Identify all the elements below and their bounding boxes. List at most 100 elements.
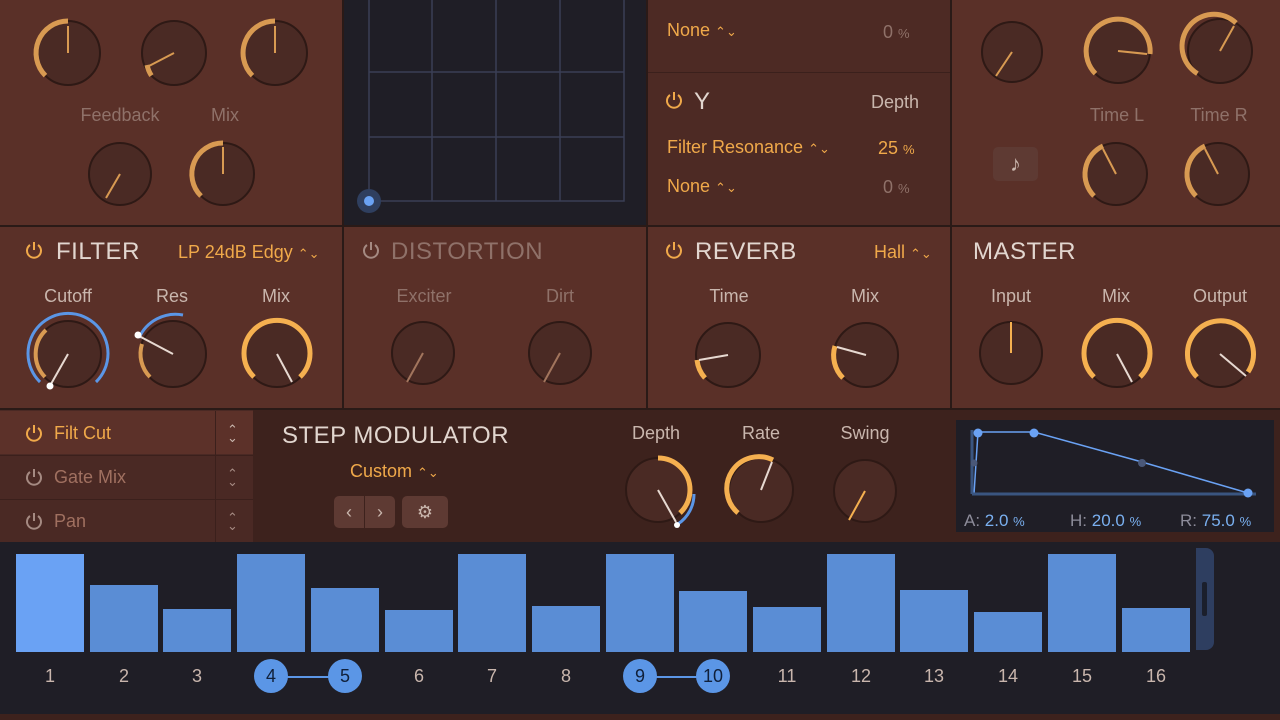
step-rate-label: Rate xyxy=(741,423,781,443)
filter-mix-knob[interactable] xyxy=(239,316,315,392)
envelope-attack[interactable]: A: 2.0 % xyxy=(964,511,1025,531)
depth-label: Depth xyxy=(870,92,920,112)
music-note-icon: ♪ xyxy=(1010,151,1021,176)
exciter-knob[interactable] xyxy=(390,320,456,386)
y-source-1[interactable]: Filter Resonance ⌃⌄ xyxy=(667,137,830,158)
reverb-mix-knob[interactable] xyxy=(831,320,901,390)
step-swing-knob[interactable] xyxy=(832,458,898,524)
reverb-title: REVERB xyxy=(695,238,797,265)
gate-mix-power-icon[interactable] xyxy=(24,467,44,487)
filt-cut-power-icon[interactable] xyxy=(24,423,44,443)
y-depth-2[interactable]: 0 % xyxy=(883,177,910,198)
step-bar-16[interactable] xyxy=(1122,608,1190,652)
step-bars[interactable] xyxy=(0,542,1280,652)
scroll-grip xyxy=(1202,582,1207,616)
master-mix-knob[interactable] xyxy=(1079,316,1155,392)
gear-icon: ⚙ xyxy=(416,501,434,522)
reverb-time-knob[interactable] xyxy=(693,320,763,390)
step-depth-label: Depth xyxy=(631,423,681,443)
feedback-knob[interactable] xyxy=(87,141,153,207)
output-knob[interactable] xyxy=(1182,316,1258,392)
y-depth-1[interactable]: 25 % xyxy=(878,138,915,159)
updown-icon: ⌃⌄ xyxy=(417,465,439,480)
x-source-2[interactable]: None ⌃⌄ xyxy=(667,20,737,41)
cutoff-label: Cutoff xyxy=(44,286,92,306)
step-bar-15[interactable] xyxy=(1048,554,1116,652)
reverb-mix-label: Mix xyxy=(851,286,879,306)
reverb-mode-select[interactable]: Hall ⌃⌄ xyxy=(874,242,932,263)
master-title: MASTER xyxy=(973,238,1077,265)
step-bar-14[interactable] xyxy=(974,612,1042,652)
link-lines xyxy=(286,676,698,678)
step-swing-label: Swing xyxy=(840,423,890,443)
mod-target-label[interactable]: Pan xyxy=(54,511,86,532)
step-bar-13[interactable] xyxy=(900,590,968,652)
delay-right-knob-1[interactable] xyxy=(980,20,1044,84)
envelope-hold[interactable]: H: 20.0 % xyxy=(1070,511,1141,531)
mod-target-label[interactable]: Gate Mix xyxy=(54,467,126,488)
step-bar-2[interactable] xyxy=(90,585,158,652)
tempo-sync-button[interactable]: ♪ xyxy=(993,147,1038,181)
step-bar-8[interactable] xyxy=(532,606,600,652)
step-mod-preset-select[interactable]: Custom ⌃⌄ xyxy=(350,461,439,482)
envelope-graph[interactable] xyxy=(956,420,1274,500)
y-power-icon[interactable] xyxy=(664,90,684,110)
updown-icon[interactable]: ⌃ ⌄ xyxy=(227,423,238,444)
filter-mode-select[interactable]: LP 24dB Edgy ⌃⌄ xyxy=(178,242,320,263)
step-bar-1[interactable] xyxy=(16,554,84,652)
step-bar-5[interactable] xyxy=(311,588,379,652)
delay-knob-1[interactable] xyxy=(33,18,103,88)
step-bar-12[interactable] xyxy=(827,554,895,652)
pan-power-icon[interactable] xyxy=(24,511,44,531)
exciter-label: Exciter xyxy=(396,286,452,306)
output-label: Output xyxy=(1192,286,1248,306)
dirt-knob[interactable] xyxy=(527,320,593,386)
distortion-power-icon[interactable] xyxy=(361,240,381,260)
step-bar-3[interactable] xyxy=(163,609,231,652)
step-bar-7[interactable] xyxy=(458,554,526,652)
delay-knob-3[interactable] xyxy=(240,18,310,88)
next-preset-button[interactable]: › xyxy=(365,496,395,528)
step-bar-11[interactable] xyxy=(753,607,821,652)
filter-power-icon[interactable] xyxy=(24,240,44,260)
step-depth-knob[interactable] xyxy=(622,454,698,530)
step-bar-4[interactable] xyxy=(237,554,305,652)
step-bar-10[interactable] xyxy=(679,591,747,652)
delay-mix-knob[interactable] xyxy=(189,140,256,207)
step-bar-6[interactable] xyxy=(385,610,453,652)
filter-mix-label: Mix xyxy=(262,286,290,306)
time-l-knob[interactable] xyxy=(1082,141,1149,207)
step-bar-9[interactable] xyxy=(606,554,674,652)
feedback-label: Feedback xyxy=(80,105,160,125)
updown-icon: ⌃⌄ xyxy=(715,24,737,39)
updown-icon: ⌃⌄ xyxy=(808,141,830,156)
time-l-label: Time L xyxy=(1089,105,1145,125)
envelope-release[interactable]: R: 75.0 % xyxy=(1180,511,1251,531)
delay-knob-2[interactable] xyxy=(139,18,209,88)
y-label: Y xyxy=(694,88,711,115)
updown-icon: ⌃⌄ xyxy=(910,246,932,261)
y-source-2[interactable]: None ⌃⌄ xyxy=(667,176,737,197)
delay-right-knob-3[interactable] xyxy=(1179,11,1255,86)
updown-icon[interactable]: ⌃ ⌄ xyxy=(227,467,238,488)
prev-preset-button[interactable]: ‹ xyxy=(334,496,364,528)
settings-button[interactable]: ⚙ xyxy=(402,496,448,528)
step-mod-title: STEP MODULATOR xyxy=(282,422,510,449)
step-rate-knob[interactable] xyxy=(724,454,797,526)
chevron-right-icon: › xyxy=(377,501,383,522)
dirt-label: Dirt xyxy=(546,286,574,306)
reverb-time-label: Time xyxy=(709,286,749,306)
filter-title: FILTER xyxy=(56,238,140,265)
bottom-strip xyxy=(0,714,1280,720)
time-r-knob[interactable] xyxy=(1184,141,1251,207)
reverb-power-icon[interactable] xyxy=(664,240,684,260)
res-label: Res xyxy=(155,286,188,306)
cutoff-knob[interactable] xyxy=(26,311,110,396)
delay-right-knob-2[interactable] xyxy=(1083,16,1153,86)
x-depth-2[interactable]: 0 % xyxy=(883,22,910,43)
res-knob[interactable] xyxy=(131,312,215,396)
input-knob[interactable] xyxy=(978,320,1044,386)
updown-icon[interactable]: ⌃ ⌄ xyxy=(227,511,238,532)
divider xyxy=(215,411,216,542)
xy-pad-handle[interactable] xyxy=(355,187,383,215)
